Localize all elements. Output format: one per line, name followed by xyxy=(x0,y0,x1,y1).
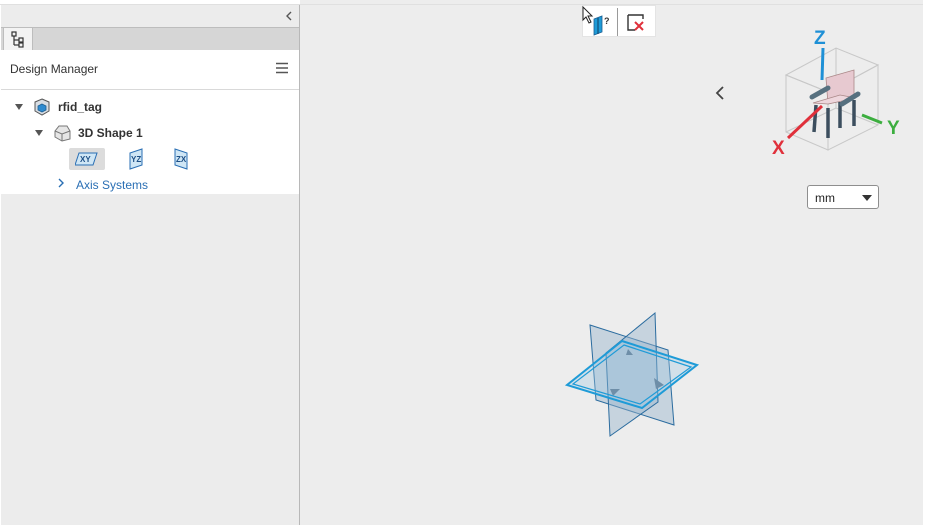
chair-model-icon xyxy=(809,69,861,138)
tree-node-shape[interactable]: 3D Shape 1 xyxy=(34,122,143,144)
tree-node-root[interactable]: rfid_tag xyxy=(14,96,102,118)
tree-node-axis-systems[interactable]: Axis Systems xyxy=(56,177,148,192)
tree-node-shape-label: 3D Shape 1 xyxy=(78,126,143,140)
panel-title: Design Manager xyxy=(10,62,99,76)
design-tree-area: Design Manager rfid_tag 3D Shape 1 XY YZ… xyxy=(1,50,299,194)
tree-icon xyxy=(11,31,24,48)
unit-select[interactable]: mm xyxy=(807,185,879,209)
chevron-left-icon[interactable] xyxy=(713,84,727,102)
tree-node-root-label: rfid_tag xyxy=(58,100,103,114)
assembly-icon xyxy=(34,98,50,116)
unit-select-value: mm xyxy=(815,191,835,205)
svg-text:?: ? xyxy=(604,16,610,26)
view-cube[interactable]: Z X Y xyxy=(766,20,911,170)
yz-plane-button[interactable]: YZ xyxy=(118,148,154,170)
tab-design-tree[interactable] xyxy=(3,27,33,50)
axis-z-label: Z xyxy=(814,28,826,49)
toolbar-separator xyxy=(617,8,618,36)
exit-sketch-button[interactable] xyxy=(623,8,653,36)
panel-tab-bar xyxy=(1,27,299,51)
zx-plane-button[interactable]: ZX xyxy=(163,148,199,170)
dropdown-arrow-icon xyxy=(862,195,872,201)
svg-text:ZX: ZX xyxy=(176,155,187,164)
origin-planes[interactable] xyxy=(560,305,705,445)
panel-header: Design Manager xyxy=(1,50,299,90)
exit-sketch-icon xyxy=(627,14,644,31)
svg-text:YZ: YZ xyxy=(131,155,141,164)
axis-y-label: Y xyxy=(887,118,900,139)
xy-plane-icon: XY xyxy=(75,152,98,166)
expand-caret-icon[interactable] xyxy=(34,128,44,138)
zx-plane-icon: ZX xyxy=(174,148,188,170)
svg-text:XY: XY xyxy=(80,155,91,164)
chevron-right-icon[interactable] xyxy=(56,177,70,192)
axis-systems-label[interactable]: Axis Systems xyxy=(76,178,148,192)
yz-plane-icon: YZ xyxy=(129,148,143,170)
collapse-panel-button[interactable] xyxy=(283,9,295,23)
mouse-cursor-icon xyxy=(582,6,594,24)
design-manager-panel: Design Manager rfid_tag 3D Shape 1 XY YZ… xyxy=(1,5,300,525)
chevron-left-icon xyxy=(286,11,292,21)
xy-plane-button[interactable]: XY xyxy=(69,148,105,170)
xy-plane xyxy=(564,339,700,410)
part-icon xyxy=(54,125,71,142)
axis-x-label: X xyxy=(772,138,785,159)
expand-caret-icon[interactable] xyxy=(14,102,24,112)
hamburger-icon[interactable] xyxy=(275,61,289,75)
